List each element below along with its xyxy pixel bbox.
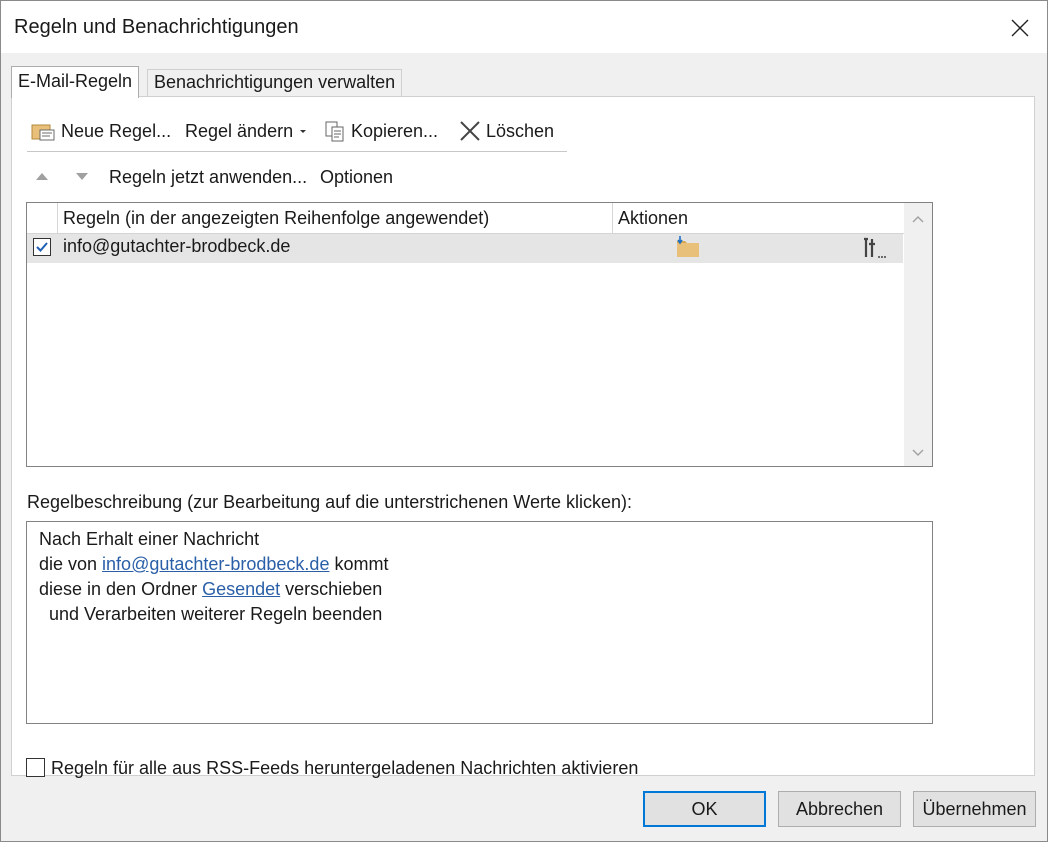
tab-email-rules[interactable]: E-Mail-Regeln xyxy=(11,66,140,98)
description-line: und Verarbeiten weiterer Regeln beenden xyxy=(49,604,383,624)
cancel-button[interactable]: Abbrechen xyxy=(778,791,901,827)
dropdown-arrow-icon xyxy=(300,130,307,133)
delete-rule-button[interactable]: Löschen xyxy=(458,115,554,147)
move-down-button[interactable] xyxy=(73,161,91,193)
description-line: die von info@gutachter-brodbeck.de kommt xyxy=(39,552,920,577)
close-icon xyxy=(1011,19,1029,37)
description-text: die von xyxy=(39,554,103,574)
delete-label: Löschen xyxy=(486,120,555,141)
description-text: diese in den Ordner xyxy=(39,579,203,599)
description-line: diese in den Ordner Gesendet verschieben xyxy=(39,577,920,602)
apply-button[interactable]: Übernehmen xyxy=(913,791,1036,827)
dialog-title: Regeln und Benachrichtigungen xyxy=(14,16,299,38)
rules-list: Regeln (in der angezeigten Reihenfolge a… xyxy=(26,202,933,467)
sender-link[interactable]: info@gutachter-brodbeck.de xyxy=(102,554,329,574)
copy-icon xyxy=(323,120,347,142)
change-rule-dropdown[interactable]: Regel ändern xyxy=(185,115,309,147)
rules-toolbar: Neue Regel... Regel ändern Kopieren... L… xyxy=(27,115,567,151)
description-line: Nach Erhalt einer Nachricht xyxy=(39,529,260,549)
delete-icon xyxy=(458,120,482,142)
arrow-up-icon xyxy=(36,173,48,180)
scroll-down-icon[interactable] xyxy=(911,445,925,459)
rss-checkbox-label: Regeln für alle aus RSS-Feeds herunterge… xyxy=(51,758,639,778)
close-button[interactable] xyxy=(1003,11,1037,45)
description-text: kommt xyxy=(329,554,389,574)
rule-name: info@gutachter-brodbeck.de xyxy=(63,236,291,256)
new-rule-icon xyxy=(31,120,57,142)
checkmark-icon xyxy=(36,242,48,252)
column-header-actions[interactable]: Aktionen xyxy=(612,203,905,233)
copy-label: Kopieren... xyxy=(351,120,439,141)
description-text: verschieben xyxy=(280,579,383,599)
tools-icon[interactable] xyxy=(861,237,889,264)
table-row[interactable]: info@gutachter-brodbeck.de xyxy=(27,234,903,263)
rules-list-scrollbar[interactable] xyxy=(904,203,932,466)
new-rule-label: Neue Regel... xyxy=(61,120,172,141)
rule-description-label: Regelbeschreibung (zur Bearbeitung auf d… xyxy=(27,492,633,512)
move-to-folder-icon xyxy=(675,235,701,264)
scroll-up-icon[interactable] xyxy=(911,213,925,227)
rss-rules-option[interactable]: Regeln für alle aus RSS-Feeds herunterge… xyxy=(26,758,726,778)
title-bar: Regeln und Benachrichtigungen xyxy=(1,1,1047,53)
new-rule-button[interactable]: Neue Regel... xyxy=(31,115,171,147)
change-rule-label: Regel ändern xyxy=(185,120,294,141)
rule-enabled-checkbox[interactable] xyxy=(33,238,51,256)
column-header-rules[interactable]: Regeln (in der angezeigten Reihenfolge a… xyxy=(57,203,612,233)
ok-button[interactable]: OK xyxy=(643,791,766,827)
apply-rules-now-button[interactable]: Regeln jetzt anwenden... xyxy=(109,161,307,193)
rss-checkbox[interactable] xyxy=(26,758,45,777)
rule-description-box: Nach Erhalt einer Nachricht die von info… xyxy=(26,521,933,724)
rules-toolbar-secondary: Regeln jetzt anwenden... Optionen xyxy=(27,162,547,192)
tab-manage-alerts[interactable]: Benachrichtigungen verwalten xyxy=(147,69,403,96)
options-button[interactable]: Optionen xyxy=(320,161,393,193)
toolbar-separator xyxy=(27,151,567,152)
copy-rule-button[interactable]: Kopieren... xyxy=(323,115,438,147)
arrow-down-icon xyxy=(76,173,88,180)
rules-list-header: Regeln (in der angezeigten Reihenfolge a… xyxy=(27,203,905,234)
folder-link[interactable]: Gesendet xyxy=(202,579,280,599)
move-up-button[interactable] xyxy=(33,161,51,193)
